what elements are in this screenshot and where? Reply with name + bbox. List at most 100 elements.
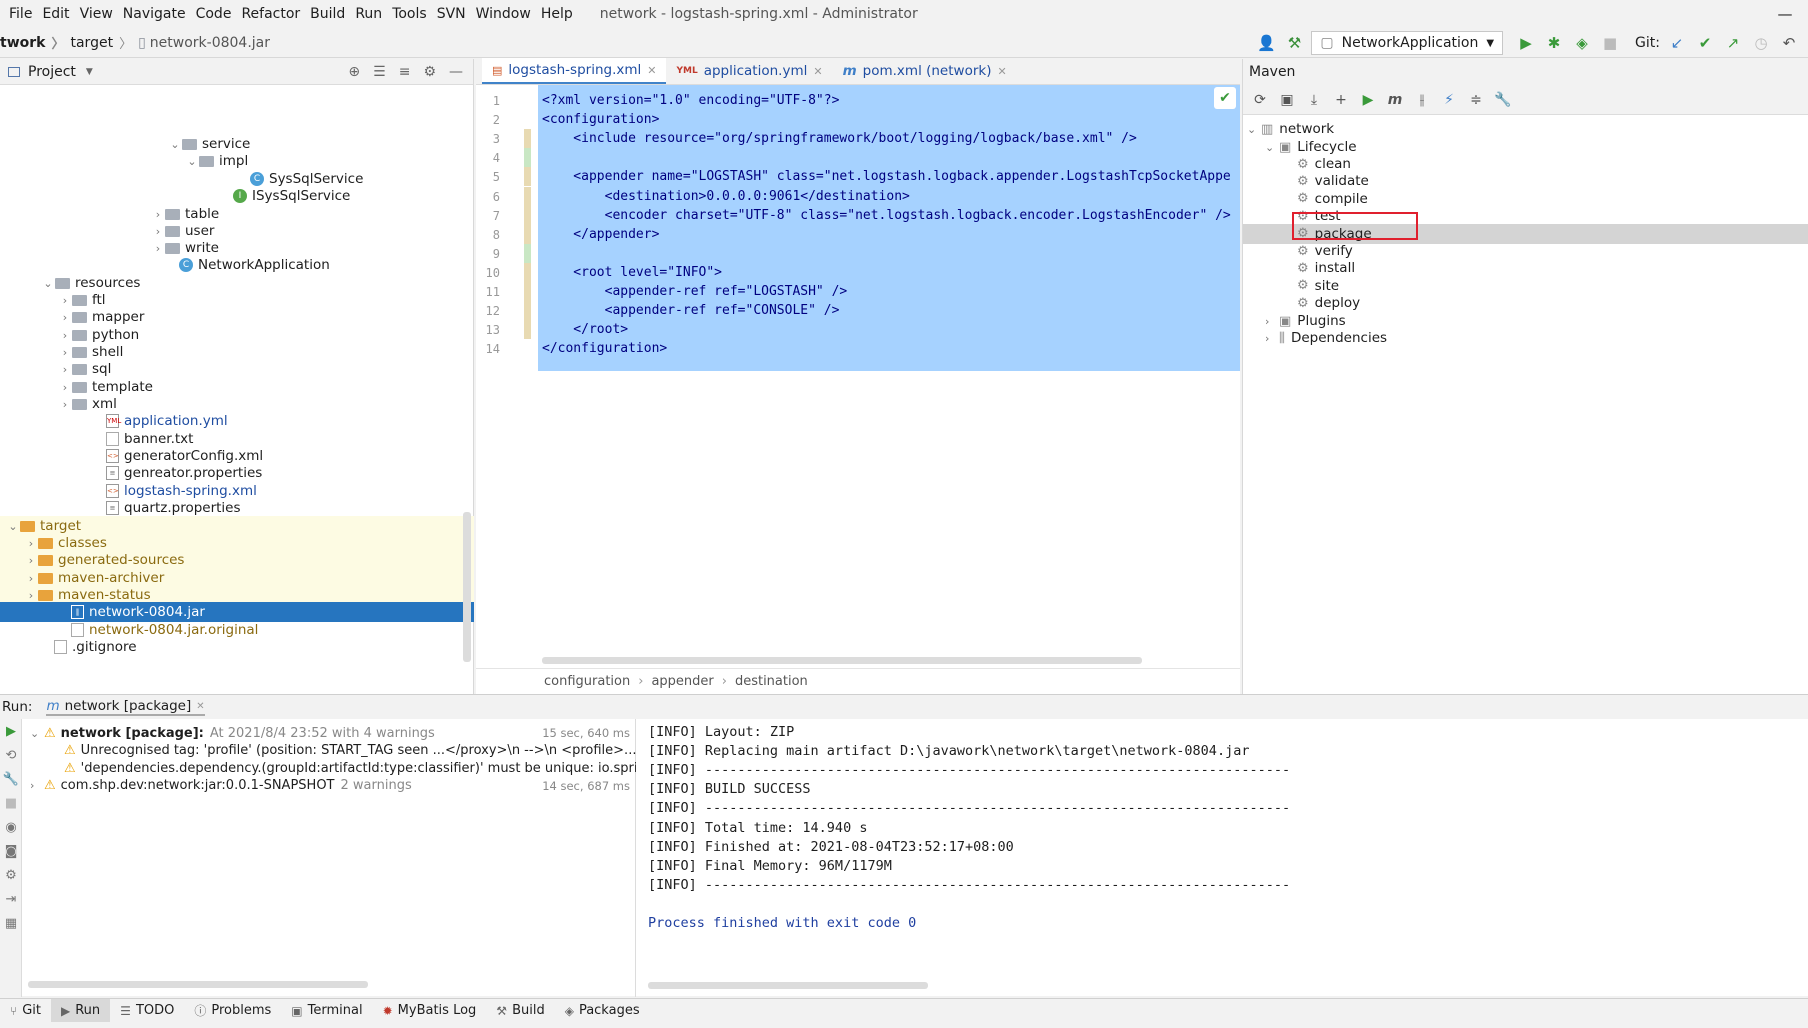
run-configuration-select[interactable]: ▢ NetworkApplication ▼ (1311, 31, 1504, 55)
breadcrumb-target[interactable]: target 〉 (70, 33, 138, 53)
git-update-icon[interactable]: ↙ (1666, 32, 1688, 54)
horizontal-scrollbar[interactable] (648, 982, 928, 989)
git-push-icon[interactable]: ↗ (1722, 32, 1744, 54)
inspection-ok-icon[interactable]: ✔ (1214, 87, 1236, 109)
generate-sources-icon[interactable]: ▣ (1278, 91, 1296, 109)
close-icon[interactable]: ✕ (813, 65, 822, 78)
rerun-icon[interactable]: ▶ (0, 719, 22, 743)
tab-logstash-spring-xml[interactable]: ▤ logstash-spring.xml ✕ (482, 58, 667, 84)
chevron-right-icon[interactable]: › (58, 363, 72, 376)
chevron-right-icon[interactable]: › (24, 572, 38, 585)
menu-window[interactable]: Window (471, 6, 536, 22)
stop-run-icon[interactable]: ■ (0, 791, 22, 815)
horizontal-scrollbar[interactable] (542, 657, 1142, 664)
tree-item[interactable]: › mapper (0, 307, 474, 327)
menu-svn[interactable]: SVN (432, 6, 471, 22)
chevron-right-icon[interactable]: › (58, 294, 72, 307)
tree-item[interactable]: ‖ network-0804.jar (0, 602, 474, 622)
console-output[interactable]: [INFO] Layout: ZIP [INFO] Replacing main … (640, 719, 1808, 997)
vertical-scrollbar[interactable] (463, 512, 471, 662)
close-icon[interactable]: ✕ (196, 701, 204, 712)
hide-panel-icon[interactable]: — (449, 64, 463, 80)
tree-item[interactable]: .gitignore (0, 637, 474, 657)
tree-item[interactable]: ≡ genreator.properties (0, 463, 474, 483)
tool-tab-packages[interactable]: ◈ Packages (555, 999, 650, 1023)
maven-root[interactable]: ⌄ ▥ network (1243, 119, 1808, 139)
tool-tab-git[interactable]: ⑂ Git (0, 999, 51, 1023)
menu-file[interactable]: File (0, 6, 37, 22)
minimize-icon[interactable]: — (1762, 0, 1808, 28)
breadcrumb-destination[interactable]: destination (735, 674, 808, 689)
add-icon[interactable]: + (1332, 91, 1350, 109)
reload-icon[interactable]: ⟳ (1251, 91, 1269, 109)
tree-item[interactable]: › sql (0, 359, 474, 379)
settings-gear-icon[interactable]: ⚙ (423, 64, 436, 80)
close-icon[interactable]: ✕ (997, 65, 1006, 78)
locate-icon[interactable]: ⊕ (348, 64, 360, 80)
chevron-right-icon[interactable]: › (58, 398, 72, 411)
breadcrumb-jar[interactable]: ▯ network-0804.jar (138, 35, 270, 51)
wrench-icon[interactable]: 🔧 (0, 767, 22, 791)
menu-help[interactable]: Help (536, 6, 578, 22)
collapse-all-icon[interactable]: ≡ (399, 64, 411, 80)
chevron-right-icon[interactable]: › (58, 346, 72, 359)
user-icon[interactable]: 👤 (1255, 32, 1277, 54)
maven-dependencies[interactable]: › ⫼ Dependencies (1243, 328, 1808, 348)
chevron-down-icon[interactable]: ⌄ (30, 727, 44, 740)
chevron-right-icon[interactable]: › (24, 589, 38, 602)
coverage-icon[interactable]: ◈ (1571, 32, 1593, 54)
tree-item[interactable]: ⌄ impl (0, 151, 474, 171)
run-maven-icon[interactable]: ▶ (1359, 91, 1377, 109)
chevron-down-icon[interactable]: ⌄ (41, 277, 55, 290)
tree-item[interactable]: › generated-sources (0, 550, 474, 570)
camera-icon[interactable]: ◙ (0, 839, 22, 863)
menu-build[interactable]: Build (305, 6, 350, 22)
horizontal-scrollbar[interactable] (28, 981, 368, 988)
tree-item[interactable]: ≡ quartz.properties (0, 498, 474, 518)
chevron-right-icon[interactable]: › (30, 779, 44, 792)
chevron-down-icon[interactable]: ⌄ (1247, 123, 1261, 136)
menu-view[interactable]: View (75, 6, 118, 22)
rollback-icon[interactable]: ↶ (1778, 32, 1800, 54)
close-icon[interactable]: ✕ (647, 64, 656, 77)
breadcrumb-project[interactable]: twork 〉 (0, 33, 70, 53)
chevron-down-icon[interactable]: ⌄ (168, 138, 182, 151)
breadcrumb-configuration[interactable]: configuration (544, 674, 630, 689)
tab-application-yml[interactable]: YML application.yml ✕ (666, 58, 832, 84)
code-area[interactable]: <?xml version="1.0" encoding="UTF-8"?> <c… (538, 85, 1240, 665)
chevron-down-icon[interactable]: ▼ (86, 67, 93, 77)
gear-icon[interactable]: ⚙ (0, 863, 22, 887)
menu-tools[interactable]: Tools (387, 6, 432, 22)
eye-icon[interactable]: ◉ (0, 815, 22, 839)
debug-icon[interactable]: ✱ (1543, 32, 1565, 54)
tool-tab-terminal[interactable]: ▣ Terminal (281, 999, 372, 1023)
menu-code[interactable]: Code (191, 6, 237, 22)
chevron-right-icon[interactable]: › (58, 311, 72, 324)
tool-tab-problems[interactable]: ⓘ Problems (184, 999, 281, 1023)
collapse-icon[interactable]: ≑ (1467, 91, 1485, 109)
chevron-right-icon[interactable]: › (58, 329, 72, 342)
download-icon[interactable]: ⤓ (1305, 91, 1323, 109)
toggle-view-icon[interactable]: ⟲ (0, 743, 22, 767)
chevron-right-icon[interactable]: › (24, 537, 38, 550)
tool-tab-run[interactable]: ▶ Run (51, 998, 111, 1023)
tree-item[interactable]: I ISysSqlService (0, 186, 474, 206)
git-commit-icon[interactable]: ✔ (1694, 32, 1716, 54)
chevron-down-icon[interactable]: ⌄ (6, 520, 20, 533)
toggle-offline-icon[interactable]: ⫲ (1413, 91, 1431, 109)
menu-edit[interactable]: Edit (37, 6, 74, 22)
breadcrumb-appender[interactable]: appender (651, 674, 713, 689)
tool-tab-build[interactable]: ⚒ Build (486, 999, 554, 1023)
tree-item[interactable]: C NetworkApplication (0, 255, 474, 275)
run-icon[interactable]: ▶ (1515, 32, 1537, 54)
chevron-down-icon[interactable]: ⌄ (185, 155, 199, 168)
menu-refactor[interactable]: Refactor (236, 6, 305, 22)
tree-item[interactable]: YML application.yml (0, 411, 474, 431)
maven-settings-icon[interactable]: 🔧 (1494, 91, 1512, 109)
tab-pom-xml[interactable]: m pom.xml (network) ✕ (833, 58, 1017, 84)
menu-run[interactable]: Run (350, 6, 387, 22)
execute-goal-icon[interactable]: m (1386, 91, 1404, 109)
menu-navigate[interactable]: Navigate (118, 6, 191, 22)
expand-all-icon[interactable]: ☰ (373, 64, 386, 80)
chevron-right-icon[interactable]: › (1265, 332, 1279, 345)
